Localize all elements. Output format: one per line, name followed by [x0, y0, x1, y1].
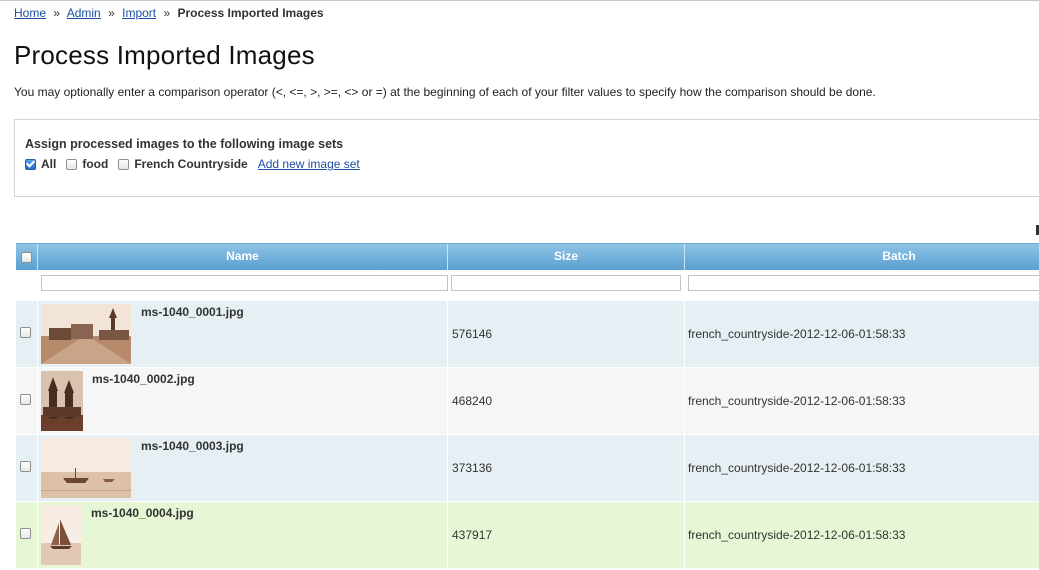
row-checkbox[interactable]	[20, 528, 31, 539]
column-divider	[684, 502, 685, 568]
image-set-label: French Countryside	[134, 157, 248, 171]
page-title: Process Imported Images	[14, 40, 315, 70]
file-name: ms-1040_0001.jpg	[141, 305, 244, 319]
file-size: 437917	[452, 528, 493, 542]
batch-name: french_countryside-2012-12-06-01:58:33	[688, 394, 906, 408]
column-divider	[447, 368, 448, 434]
name-filter-input[interactable]	[41, 275, 448, 291]
column-header-name[interactable]: Name	[38, 244, 447, 270]
image-sets-panel: Assign processed images to the following…	[14, 119, 1039, 197]
file-name: ms-1040_0002.jpg	[92, 372, 195, 386]
select-all-cell	[16, 244, 37, 270]
breadcrumb-separator: »	[163, 6, 171, 20]
breadcrumb-import-link[interactable]: Import	[122, 6, 156, 20]
breadcrumb-home-link[interactable]: Home	[14, 6, 46, 20]
filter-row	[16, 270, 1039, 296]
sailboat-photo[interactable]	[41, 505, 81, 565]
checkbox-food[interactable]	[66, 158, 78, 170]
row-checkbox[interactable]	[20, 461, 31, 472]
table-row[interactable]: ms-1040_0002.jpg 468240 french_countrysi…	[16, 367, 1039, 434]
row-checkbox[interactable]	[20, 394, 31, 405]
breadcrumb-admin-link[interactable]: Admin	[67, 6, 101, 20]
batch-name: french_countryside-2012-12-06-01:58:33	[688, 327, 906, 341]
file-size: 373136	[452, 461, 493, 475]
intro-text: You may optionally enter a comparison op…	[14, 85, 876, 99]
image-set-option-food[interactable]: food	[66, 157, 108, 171]
column-divider	[447, 435, 448, 501]
select-all-checkbox[interactable]	[21, 251, 32, 263]
checkbox-all[interactable]	[25, 158, 36, 170]
add-image-set-link[interactable]: Add new image set	[258, 157, 360, 171]
village-street-photo[interactable]	[41, 304, 131, 364]
breadcrumb-current: Process Imported Images	[177, 6, 324, 20]
file-name: ms-1040_0004.jpg	[91, 506, 194, 520]
breadcrumb-separator: »	[53, 6, 61, 20]
table-row[interactable]: ms-1040_0004.jpg 437917 french_countrysi…	[16, 501, 1039, 568]
column-divider	[37, 368, 38, 434]
column-divider	[684, 435, 685, 501]
image-set-option-french-countryside[interactable]: French Countryside	[118, 157, 248, 171]
file-name: ms-1040_0003.jpg	[141, 439, 244, 453]
column-header-size[interactable]: Size	[448, 244, 684, 270]
file-size: 468240	[452, 394, 493, 408]
column-divider	[447, 502, 448, 568]
column-divider	[37, 502, 38, 568]
batch-filter-input[interactable]	[688, 275, 1039, 291]
image-set-label: All	[41, 157, 57, 171]
image-set-label: food	[82, 157, 109, 171]
column-divider	[684, 368, 685, 434]
grid-header: Name Size Batch	[16, 243, 1039, 270]
row-checkbox[interactable]	[20, 327, 31, 338]
column-divider	[447, 301, 448, 367]
church-towers-photo[interactable]	[41, 371, 83, 431]
top-border	[0, 0, 1039, 1]
file-size: 576146	[452, 327, 493, 341]
table-row[interactable]: ms-1040_0003.jpg 373136 french_countrysi…	[16, 434, 1039, 501]
column-divider	[37, 301, 38, 367]
size-filter-input[interactable]	[451, 275, 681, 291]
column-divider	[684, 301, 685, 367]
image-sets-title: Assign processed images to the following…	[25, 137, 344, 151]
checkbox-french-countryside[interactable]	[118, 158, 130, 170]
table-row[interactable]: ms-1040_0001.jpg 576146 french_countrysi…	[16, 300, 1039, 367]
image-set-option-all[interactable]: All	[25, 157, 56, 171]
batch-name: french_countryside-2012-12-06-01:58:33	[688, 461, 906, 475]
image-sets-options: All food French Countryside Add new imag…	[25, 157, 360, 171]
column-divider	[37, 435, 38, 501]
batch-name: french_countryside-2012-12-06-01:58:33	[688, 528, 906, 542]
column-header-batch[interactable]: Batch	[685, 244, 1039, 270]
breadcrumb: Home » Admin » Import » Process Imported…	[14, 6, 324, 20]
boats-on-water-photo[interactable]	[41, 438, 131, 498]
breadcrumb-separator: »	[108, 6, 115, 20]
